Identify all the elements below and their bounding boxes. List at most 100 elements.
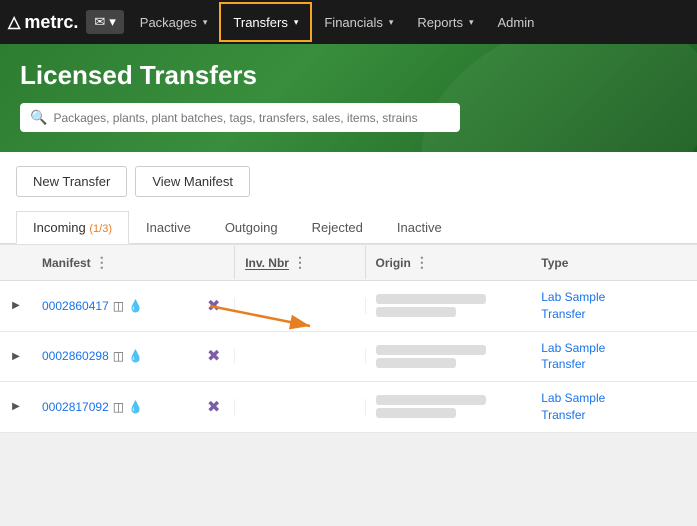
tab-incoming-label: Incoming [33,220,89,235]
nav-transfers-label: Transfers [233,15,287,30]
row2-invnbr [234,348,365,364]
nav-financials-caret: ▾ [389,17,394,28]
expand-icon: ▶ [12,401,20,412]
row2-type: Lab Sample Transfer [531,332,697,382]
page-header: Licensed Transfers 🔍 [0,44,697,152]
th-expand [0,255,32,271]
new-transfer-button[interactable]: New Transfer [16,166,127,197]
grid-icon: ◫ [113,299,124,313]
row3-expander[interactable]: ▶ [0,393,32,420]
search-input[interactable] [53,111,450,125]
table-row: ▶ 0002860298 ◫ 💧 ✖ Lab Sa [0,332,697,383]
tab-outgoing[interactable]: Outgoing [208,211,295,244]
nav-reports-caret: ▾ [469,17,474,28]
tab-rejected[interactable]: Rejected [295,211,380,244]
logo-text: metrc. [24,12,78,33]
content-area: New Transfer View Manifest Incoming (1/3… [0,152,697,433]
th-invnbr: Inv. Nbr ⋮ [234,246,365,279]
page-title: Licensed Transfers [20,60,677,91]
row2-manifest-link[interactable]: 0002860298 [42,349,109,363]
nav-financials[interactable]: Financials ▾ [312,0,405,44]
wrench-icon[interactable]: ✖ [207,346,220,366]
view-manifest-button[interactable]: View Manifest [135,166,250,197]
origin-blurred-2 [376,408,456,418]
logo: △ metrc. [8,12,78,33]
nav-admin-label: Admin [497,15,534,30]
th-manifest-label: Manifest [42,256,91,270]
row3-type-link2[interactable]: Transfer [541,408,585,422]
origin-col-menu-icon[interactable]: ⋮ [415,254,429,271]
row3-manifest-link[interactable]: 0002817092 [42,400,109,414]
origin-blurred-2 [376,307,456,317]
nav-reports[interactable]: Reports ▾ [405,0,485,44]
tab-inactive1[interactable]: Inactive [129,211,208,244]
tab-outgoing-label: Outgoing [225,220,278,235]
drop-icon: 💧 [128,400,143,414]
row1-origin [366,283,532,328]
row1-type: Lab Sample Transfer [531,281,697,331]
tab-incoming[interactable]: Incoming (1/3) [16,211,129,244]
row1-invnbr [234,298,365,314]
row1-type-link2[interactable]: Transfer [541,307,585,321]
row3-type: Lab Sample Transfer [531,382,697,432]
origin-blurred-1 [376,345,486,355]
nav-reports-label: Reports [417,15,463,30]
tab-inactive1-label: Inactive [146,220,191,235]
table-container: Manifest ⋮ Inv. Nbr ⋮ Origin ⋮ Type [0,244,697,433]
th-type: Type [531,248,697,278]
row2-manifest: 0002860298 ◫ 💧 ✖ [32,338,234,374]
origin-blurred-2 [376,358,456,368]
wrench-icon[interactable]: ✖ [207,296,220,316]
row1-type-link1[interactable]: Lab Sample [541,290,605,304]
th-invnbr-label: Inv. Nbr [245,256,289,270]
mail-caret: ▾ [109,14,116,30]
search-icon: 🔍 [30,109,47,126]
logo-icon: △ [8,12,20,32]
drop-icon: 💧 [128,349,143,363]
table: Manifest ⋮ Inv. Nbr ⋮ Origin ⋮ Type [0,244,697,433]
mail-icon: ✉ [94,14,105,30]
grid-icon: ◫ [113,349,124,363]
nav-admin[interactable]: Admin [485,0,546,44]
table-header: Manifest ⋮ Inv. Nbr ⋮ Origin ⋮ Type [0,245,697,281]
grid-icon: ◫ [113,400,124,414]
row2-type-link1[interactable]: Lab Sample [541,341,605,355]
nav-packages-caret: ▾ [203,17,208,28]
tab-incoming-badge: (1/3) [89,223,112,235]
th-origin: Origin ⋮ [366,246,532,279]
nav-packages[interactable]: Packages ▾ [128,0,220,44]
row2-type-link2[interactable]: Transfer [541,357,585,371]
nav-packages-label: Packages [140,15,197,30]
row3-type-link1[interactable]: Lab Sample [541,391,605,405]
navbar: △ metrc. ✉ ▾ Packages ▾ Transfers ▾ Fina… [0,0,697,44]
table-row: ▶ 0002860417 ◫ 💧 ✖ Lab Sa [0,281,697,332]
tab-inactive2-label: Inactive [397,220,442,235]
th-manifest: Manifest ⋮ [32,246,234,279]
th-type-label: Type [541,256,568,270]
invnbr-col-menu-icon[interactable]: ⋮ [293,254,307,271]
table-row: ▶ 0002817092 ◫ 💧 ✖ Lab Sa [0,382,697,433]
toolbar: New Transfer View Manifest [0,152,697,211]
manifest-col-menu-icon[interactable]: ⋮ [95,254,109,271]
row3-origin [366,384,532,429]
mail-button[interactable]: ✉ ▾ [86,10,123,34]
row1-manifest: 0002860417 ◫ 💧 ✖ [32,288,234,324]
expand-icon: ▶ [12,300,20,311]
row1-manifest-link[interactable]: 0002860417 [42,299,109,313]
row1-expander[interactable]: ▶ [0,292,32,319]
tab-inactive2[interactable]: Inactive [380,211,459,244]
nav-transfers-caret: ▾ [294,17,299,28]
origin-blurred-1 [376,395,486,405]
nav-transfers[interactable]: Transfers ▾ [219,2,312,42]
tabs: Incoming (1/3) Inactive Outgoing Rejecte… [0,211,697,244]
expand-icon: ▶ [12,351,20,362]
wrench-icon[interactable]: ✖ [207,397,220,417]
origin-blurred-1 [376,294,486,304]
row2-expander[interactable]: ▶ [0,343,32,370]
nav-financials-label: Financials [324,15,383,30]
th-origin-label: Origin [376,256,411,270]
row3-manifest: 0002817092 ◫ 💧 ✖ [32,389,234,425]
row3-invnbr [234,399,365,415]
drop-icon: 💧 [128,299,143,313]
search-bar[interactable]: 🔍 [20,103,460,132]
